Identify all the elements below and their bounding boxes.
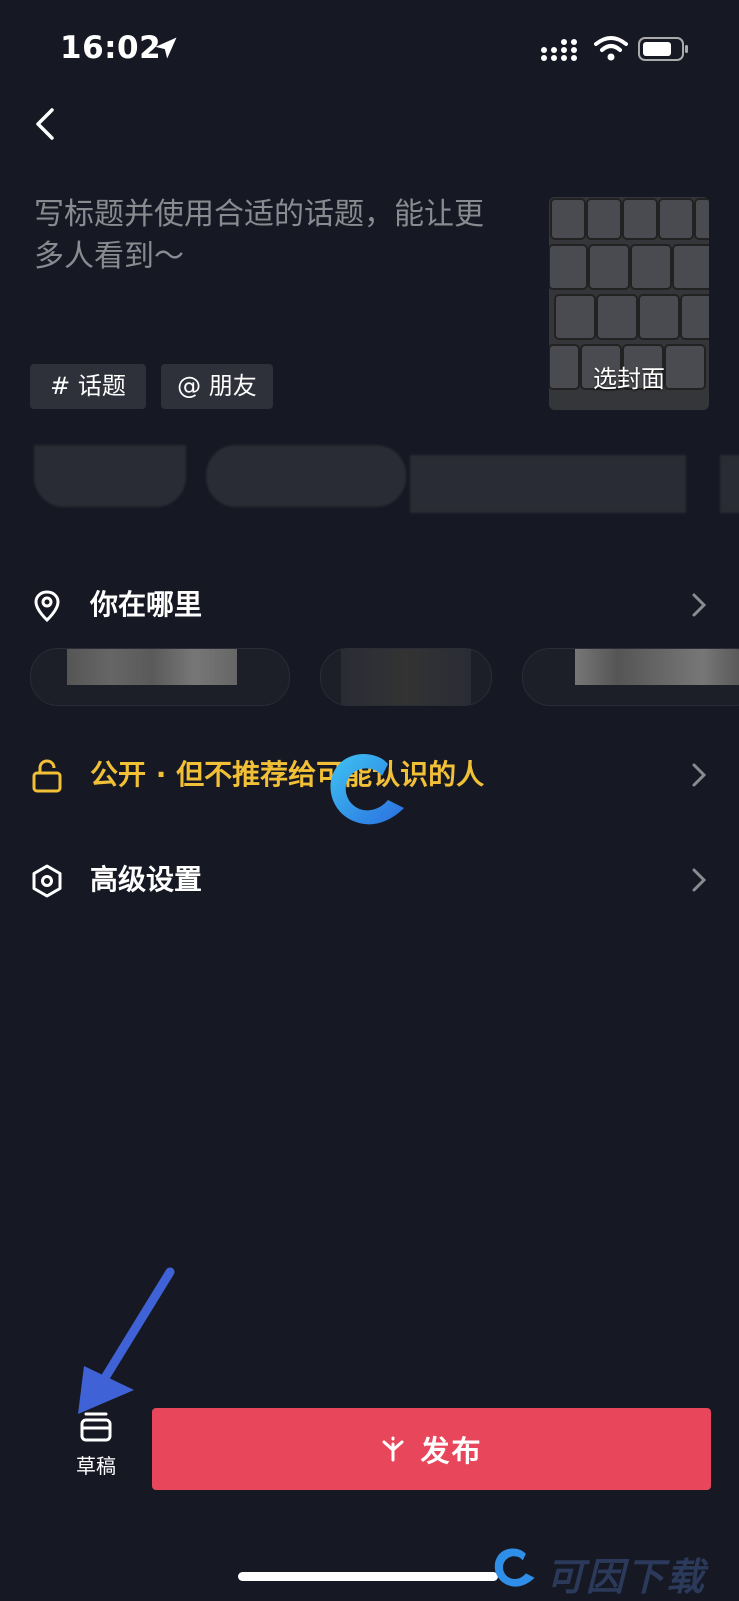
privacy-label: 公开 · 但不推荐给可能认识的人: [90, 758, 485, 791]
publish-label: 发布: [420, 1434, 483, 1468]
publish-button[interactable]: 发布: [152, 1408, 711, 1490]
advanced-settings-row[interactable]: 高级设置: [30, 850, 710, 910]
status-time: 16:02: [60, 30, 162, 66]
watermark-logo-small-icon: [494, 1548, 535, 1587]
watermark-text: 可因下载: [546, 1555, 707, 1599]
advanced-settings-label: 高级设置: [90, 863, 203, 896]
watermark-logo-icon: [330, 753, 404, 825]
location-row[interactable]: 你在哪里: [30, 575, 710, 635]
unlock-icon: [32, 759, 62, 793]
chevron-right-icon: [692, 868, 707, 892]
draft-label: 草稿: [76, 1454, 116, 1478]
sparkle-icon: [382, 1436, 404, 1462]
cellular-signal-icon: [541, 39, 577, 61]
location-pin-icon: [34, 590, 60, 623]
location-arrow-icon: [155, 37, 177, 59]
suggested-topics-blurred: [34, 445, 739, 515]
cover-select-button[interactable]: 选封面: [549, 197, 709, 410]
chevron-right-icon: [692, 763, 707, 787]
chevron-right-icon: [692, 593, 707, 617]
wifi-icon: [594, 36, 628, 61]
home-indicator[interactable]: [238, 1572, 498, 1581]
mention-friend-chip[interactable]: @ 朋友: [161, 364, 273, 409]
annotation-arrow-icon: [78, 1267, 175, 1414]
caption-input[interactable]: 写标题并使用合适的话题，能让更多人看到～: [34, 194, 504, 278]
draft-box-icon: [80, 1412, 112, 1442]
hexagon-settings-icon: [32, 864, 62, 898]
topic-chip[interactable]: # 话题: [30, 364, 146, 409]
battery-icon: [638, 37, 688, 61]
cover-label: 选封面: [593, 365, 665, 393]
location-label: 你在哪里: [90, 588, 203, 621]
nearby-places-blurred[interactable]: [30, 648, 739, 706]
draft-button[interactable]: 草稿: [60, 1410, 132, 1490]
back-chevron-icon[interactable]: [28, 106, 64, 142]
